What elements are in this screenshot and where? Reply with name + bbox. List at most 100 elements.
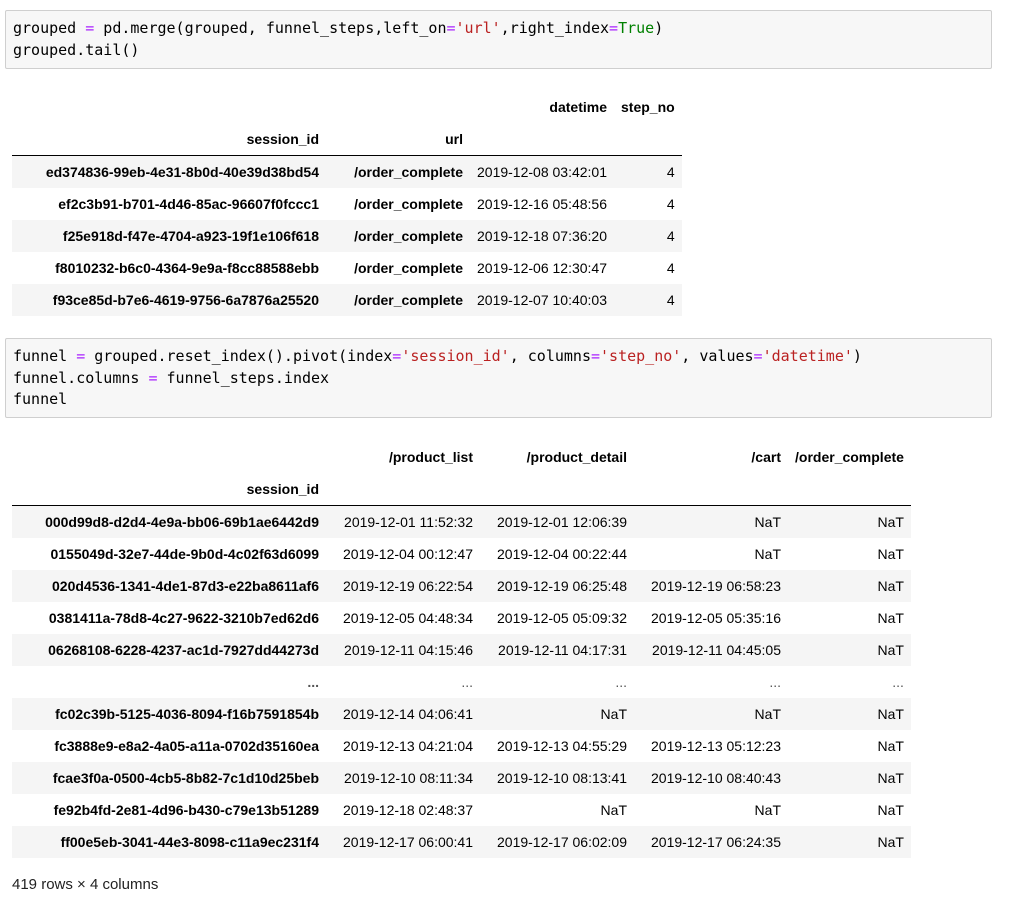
cell-product-list: 2019-12-18 02:48:37 [343,802,473,818]
table-row: 020d4536-1341-4de1-87d3-e22ba8611af6 201… [12,570,911,602]
table-header-row: datetime step_no [12,91,682,123]
cell-order-complete: NaT [877,770,904,786]
code-token: 'step_no' [600,347,682,365]
cell-product-list: 2019-12-14 04:06:41 [343,706,473,722]
cell-datetime: 2019-12-07 10:40:03 [477,292,607,308]
table-row: fc3888e9-e8a2-4a05-a11a-0702d35160ea 201… [12,730,911,762]
code-token: = [76,347,86,365]
cell-product-detail: 2019-12-13 04:55:29 [497,738,627,754]
row-index-session-id: fcae3f0a-0500-4cb5-8b82-7c1d10d25beb [52,770,319,786]
row-index-url: /order_complete [354,196,463,212]
cell-cart: 2019-12-11 04:45:05 [652,642,781,658]
cell-cart: 2019-12-17 06:24:35 [651,834,781,850]
code-token: = [392,347,402,365]
code-line-1: funnel = grouped.reset_index().pivot(ind… [13,346,984,368]
code-token: True [618,19,655,37]
code-token: ) [654,19,664,37]
cell-ellipsis: ... [461,674,473,690]
cell-ellipsis: ... [769,674,781,690]
row-index-url: /order_complete [354,292,463,308]
row-index-url: /order_complete [354,228,463,244]
table-index-row: session_id [12,473,911,506]
code-token: , values [681,347,754,365]
cell-order-complete: NaT [877,834,904,850]
cell-order-complete: NaT [877,546,904,562]
cell-product-list: 2019-12-17 06:00:41 [343,834,473,850]
code-token: ) [852,347,862,365]
cell-step-no: 4 [666,164,675,180]
cell-product-list: 2019-12-13 04:21:04 [343,738,473,754]
cell-product-detail: NaT [600,802,627,818]
dataframe-shape-info: 419 rows × 4 columns [12,876,159,893]
table-row-ellipsis: ... ... ... ... ... [12,666,911,698]
cell-product-detail: 2019-12-05 05:09:32 [497,610,627,626]
row-index-session-id: ef2c3b91-b701-4d46-85ac-96607f0fccc1 [58,196,319,212]
code-token: = [753,347,763,365]
row-index-session-id: 000d99d8-d2d4-4e9a-bb06-69b1ae6442d9 [45,514,319,530]
cell-step-no: 4 [666,292,675,308]
row-index-url: /order_complete [354,164,463,180]
cell-order-complete: NaT [877,578,904,594]
cell-product-list: 2019-12-19 06:22:54 [343,578,473,594]
code-token: = [148,368,158,387]
cell-cart: NaT [754,546,781,562]
code-token: , columns [509,347,591,365]
cell-cart: 2019-12-13 05:12:23 [651,738,781,754]
cell-datetime: 2019-12-18 07:36:20 [477,228,607,244]
dataframe-funnel: /product_list /product_detail /cart /ord… [12,441,911,858]
cell-cart: NaT [754,514,781,530]
cell-product-list: 2019-12-10 08:11:34 [344,770,473,786]
row-index-session-id: 0381411a-78d8-4c27-9622-3210b7ed62d6 [48,610,319,626]
table-header-blank [480,473,634,506]
table-header-blank [326,91,470,123]
cell-step-no: 4 [666,260,675,276]
table-row: ef2c3b91-b701-4d46-85ac-96607f0fccc1 /or… [12,188,682,220]
row-index-session-id: ed374836-99eb-4e31-8b0d-40e39d38bd54 [45,164,319,180]
row-index-ellipsis: ... [307,674,319,690]
cell-ellipsis: ... [892,674,904,690]
table-header-blank [12,441,326,473]
table-row: f25e918d-f47e-4704-a923-19f1e106f618 /or… [12,220,682,252]
code-token: grouped [13,19,86,37]
row-index-session-id: 020d4536-1341-4de1-87d3-e22ba8611af6 [52,578,319,594]
table-row: fe92b4fd-2e81-4d96-b430-c79e13b51289 201… [12,794,911,826]
cell-cart: 2019-12-19 06:58:23 [651,578,781,594]
cell-cart: NaT [754,706,781,722]
column-header-cart: /cart [751,449,781,465]
cell-product-detail: 2019-12-01 12:06:39 [497,514,627,530]
code-token: = [590,347,601,365]
code-token: grouped.reset_index().pivot(index [85,347,393,365]
table-row: 0381411a-78d8-4c27-9622-3210b7ed62d6 201… [12,602,911,634]
cell-product-list: 2019-12-05 04:48:34 [343,610,473,626]
table-row: f93ce85d-b7e6-4619-9756-6a7876a25520 /or… [12,284,682,316]
cell-order-complete: NaT [877,738,904,754]
code-token: 'datetime' [762,347,853,365]
table-row: 0155049d-32e7-44de-9b0d-4c02f63d6099 201… [12,538,911,570]
code-cell-merge[interactable]: grouped = pd.merge(grouped, funnel_steps… [5,10,992,69]
row-index-session-id: f8010232-b6c0-4364-9e9a-f8cc88588ebb [55,260,319,276]
cell-order-complete: NaT [877,514,904,530]
cell-order-complete: NaT [877,642,904,658]
table-row: f8010232-b6c0-4364-9e9a-f8cc88588ebb /or… [12,252,682,284]
cell-order-complete: NaT [877,802,904,818]
table-header-row: /product_list /product_detail /cart /ord… [12,441,911,473]
cell-product-detail: 2019-12-04 00:22:44 [497,546,627,562]
code-token: funnel [13,347,77,365]
table-header-blank [788,473,911,506]
code-token: funnel_steps.index [157,368,330,387]
row-index-session-id: f93ce85d-b7e6-4619-9756-6a7876a25520 [52,292,319,308]
code-token: 'url' [455,19,501,37]
code-token: 'session_id' [401,347,510,365]
cell-product-list: 2019-12-01 11:52:32 [344,514,473,530]
table-row: fcae3f0a-0500-4cb5-8b82-7c1d10d25beb 201… [12,762,911,794]
code-token: pd.merge(grouped, funnel_steps,left_on [94,19,447,37]
code-cell-pivot[interactable]: funnel = grouped.reset_index().pivot(ind… [5,338,992,418]
column-header-order-complete: /order_complete [795,449,904,465]
code-token: = [85,19,95,37]
row-index-session-id: fc02c39b-5125-4036-8094-f16b7591854b [55,706,319,722]
cell-datetime: 2019-12-06 12:30:47 [477,260,607,276]
column-header-product-list: /product_list [388,449,473,465]
cell-product-detail: 2019-12-11 04:17:31 [498,642,627,658]
cell-product-detail: 2019-12-10 08:13:41 [497,770,627,786]
cell-order-complete: NaT [877,706,904,722]
